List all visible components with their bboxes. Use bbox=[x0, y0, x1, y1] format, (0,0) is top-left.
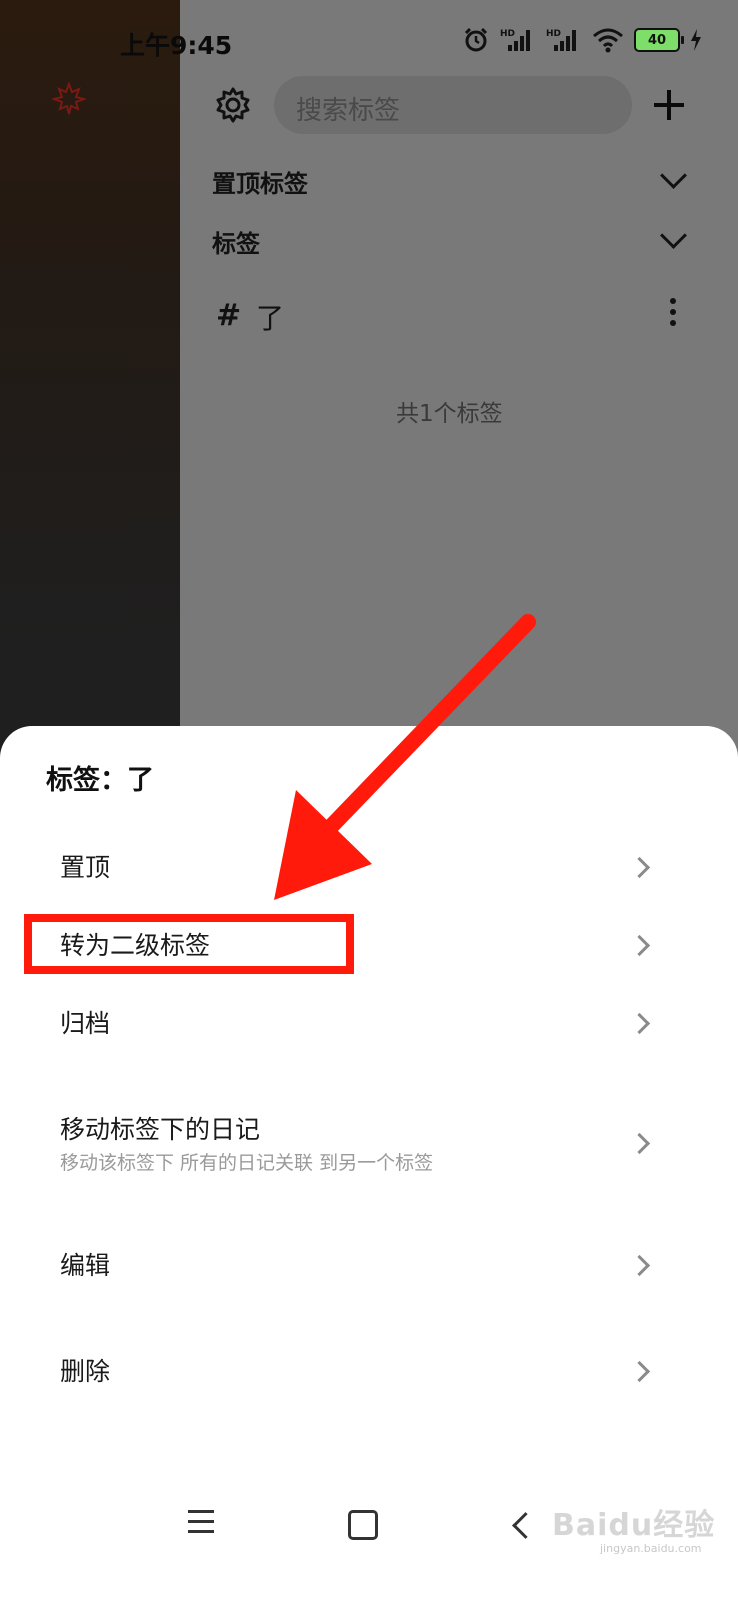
wifi-icon bbox=[593, 28, 623, 53]
option-sublabel: 移动该标签下 所有的日记关联 到另一个标签 bbox=[60, 1152, 434, 1174]
menu-icon[interactable] bbox=[188, 1510, 214, 1540]
sheet-title: 标签：了 bbox=[46, 765, 154, 796]
annotation-arrow-icon bbox=[274, 614, 536, 900]
plus-icon[interactable] bbox=[654, 90, 684, 120]
chevron-right-icon bbox=[628, 1360, 651, 1383]
maple-leaf-icon[interactable] bbox=[52, 82, 86, 116]
option-label: 置顶 bbox=[60, 853, 111, 882]
chevron-right-icon bbox=[628, 1012, 651, 1035]
chevron-right-icon bbox=[628, 934, 651, 957]
more-options-icon[interactable] bbox=[670, 298, 676, 331]
watermark-logo: Baidu经验 bbox=[552, 1508, 716, 1543]
home-icon[interactable] bbox=[348, 1510, 378, 1540]
charging-icon bbox=[691, 29, 701, 51]
signal-hd-icon-2: HD bbox=[546, 29, 576, 51]
option-label: 移动标签下的日记 bbox=[60, 1115, 261, 1144]
back-icon[interactable] bbox=[512, 1512, 539, 1539]
signal-hd-icon: HD bbox=[500, 29, 530, 51]
watermark-url: jingyan.baidu.com bbox=[600, 1542, 702, 1555]
tag-name: 了 bbox=[256, 302, 285, 335]
search-placeholder: 搜索标签 bbox=[296, 96, 401, 126]
annotation-highlight-box bbox=[24, 914, 354, 974]
status-icons: HD HD 40 bbox=[462, 26, 702, 54]
search-input[interactable]: 搜索标签 bbox=[274, 76, 632, 134]
status-bar: 上午9:45 HD HD 40 bbox=[0, 0, 738, 80]
option-label: 归档 bbox=[60, 1009, 111, 1038]
chevron-right-icon bbox=[628, 856, 651, 879]
section-pinned-tags[interactable]: 置顶标签 bbox=[212, 164, 308, 199]
hash-icon: # bbox=[216, 298, 242, 333]
status-time: 上午9:45 bbox=[120, 31, 233, 60]
chevron-right-icon bbox=[628, 1132, 651, 1155]
battery-icon: 40 bbox=[634, 28, 684, 52]
chevron-right-icon bbox=[628, 1254, 651, 1277]
svg-text:HD: HD bbox=[500, 29, 515, 39]
option-label: 删除 bbox=[60, 1357, 111, 1386]
alarm-icon bbox=[464, 27, 488, 52]
tag-count: 共1个标签 bbox=[396, 401, 503, 427]
option-label: 编辑 bbox=[60, 1251, 111, 1280]
svg-text:HD: HD bbox=[546, 29, 561, 39]
section-tags[interactable]: 标签 bbox=[212, 224, 260, 259]
gear-icon[interactable] bbox=[214, 86, 252, 124]
